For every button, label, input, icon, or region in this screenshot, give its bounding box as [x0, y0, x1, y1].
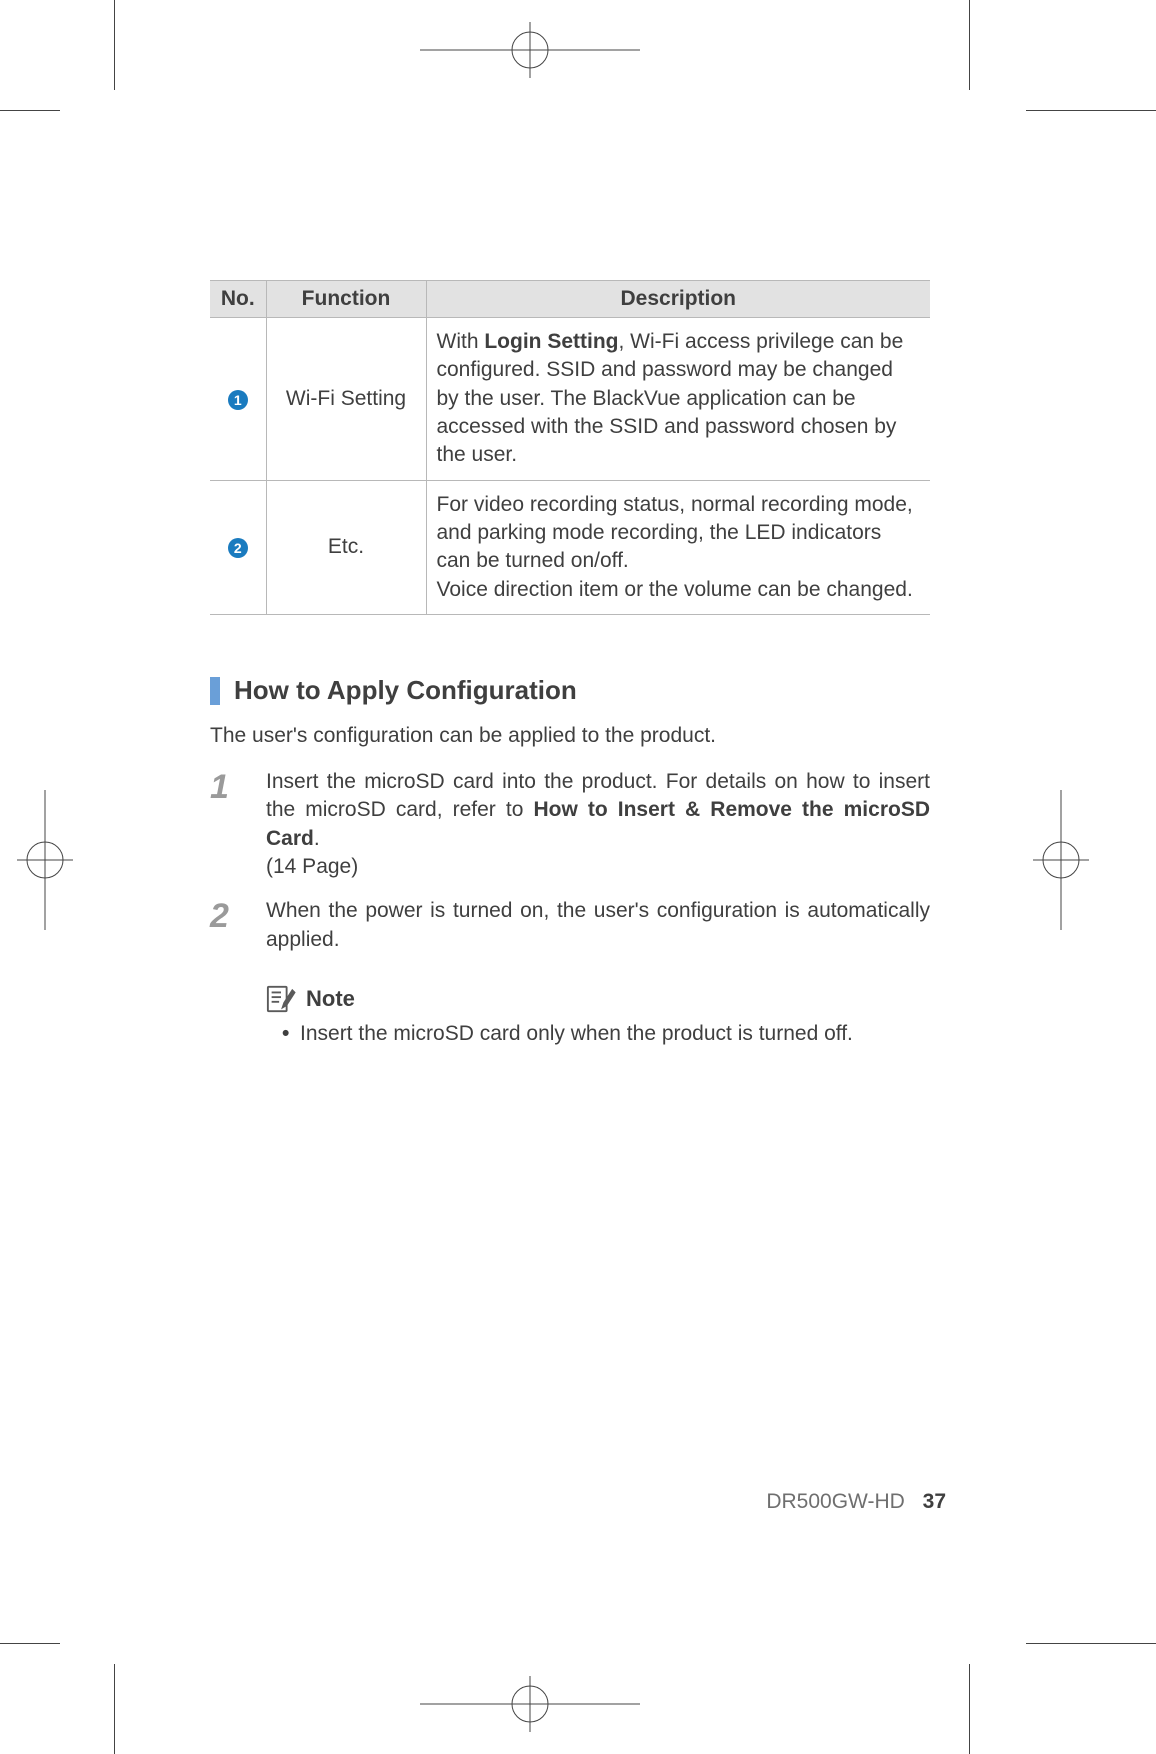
step-item: 2 When the power is turned on, the user'…: [210, 897, 930, 954]
th-description: Description: [426, 281, 930, 318]
page-footer: DR500GW-HD 37: [766, 1490, 946, 1514]
section-title: How to Apply Configuration: [234, 675, 577, 706]
step-body: Insert the microSD card into the product…: [266, 768, 930, 881]
note-block: Note Insert the microSD card only when t…: [266, 984, 930, 1046]
footer-model: DR500GW-HD: [766, 1490, 904, 1513]
step-number: 1: [210, 768, 244, 881]
note-label: Note: [306, 986, 355, 1012]
step-item: 1 Insert the microSD card into the produ…: [210, 768, 930, 881]
section-intro: The user's configuration can be applied …: [210, 724, 930, 748]
row-function: Etc.: [266, 480, 426, 614]
row-description: With Login Setting, Wi-Fi access privile…: [426, 318, 930, 481]
row-number-badge: 1: [228, 390, 248, 410]
row-number-badge: 2: [228, 538, 248, 558]
step-body: When the power is turned on, the user's …: [266, 897, 930, 954]
th-no: No.: [210, 281, 266, 318]
section-heading: How to Apply Configuration: [210, 675, 930, 706]
heading-accent-bar: [210, 677, 220, 705]
note-icon: [266, 984, 296, 1014]
row-function: Wi-Fi Setting: [266, 318, 426, 481]
table-row: 2 Etc. For video recording status, norma…: [210, 480, 930, 614]
page-content: No. Function Description 1 Wi-Fi Setting…: [210, 280, 930, 1046]
table-row: 1 Wi-Fi Setting With Login Setting, Wi-F…: [210, 318, 930, 481]
th-function: Function: [266, 281, 426, 318]
function-table: No. Function Description 1 Wi-Fi Setting…: [210, 280, 930, 615]
note-list: Insert the microSD card only when the pr…: [266, 1022, 930, 1046]
step-number: 2: [210, 897, 244, 954]
footer-page-number: 37: [923, 1490, 946, 1513]
page-reference: (14 Page): [266, 853, 930, 881]
note-item: Insert the microSD card only when the pr…: [300, 1022, 930, 1046]
row-description: For video recording status, normal recor…: [426, 480, 930, 614]
